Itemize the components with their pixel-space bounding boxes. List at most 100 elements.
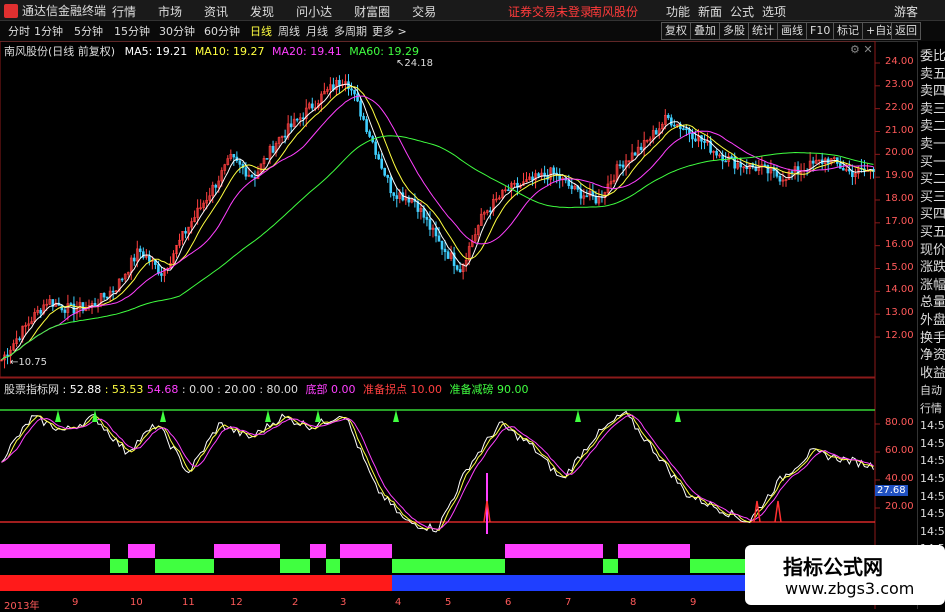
x-tick: 9 <box>690 597 697 608</box>
candle-body <box>18 338 21 341</box>
period-tab[interactable]: 15分钟 <box>114 23 150 39</box>
top-signal-marker <box>160 410 166 422</box>
menu-formula[interactable]: 公式 <box>730 5 754 19</box>
candle-body <box>374 141 377 155</box>
overlay-button[interactable]: 叠加 <box>690 22 720 40</box>
menu-options[interactable]: 选项 <box>762 5 786 19</box>
kline-chart[interactable] <box>0 41 916 609</box>
menu-item[interactable]: 资讯 <box>204 5 228 19</box>
candle-body <box>380 158 383 169</box>
back-button[interactable]: 返回 <box>891 22 921 40</box>
menu-item[interactable]: 行情 <box>112 5 136 19</box>
candle-body <box>639 146 643 150</box>
candle-body <box>377 154 380 160</box>
candle-body <box>353 89 356 95</box>
candle-body <box>673 124 676 127</box>
tick-time-label: 行情 <box>920 401 942 415</box>
top-signal-marker <box>92 410 98 422</box>
candle-body <box>552 167 555 174</box>
period-tab[interactable]: 更多 > <box>372 23 407 39</box>
menu-item[interactable]: 市场 <box>158 5 182 19</box>
bar-segment-top <box>214 544 280 558</box>
high-label: ↖24.18 <box>396 58 434 69</box>
bar-segment-bottom-blue <box>392 575 745 591</box>
quote-field-label: 涨幅 <box>920 277 945 293</box>
price-tick: 15.00 <box>885 261 914 273</box>
menu-item[interactable]: 问小达 <box>296 5 332 19</box>
candle-body <box>670 117 673 126</box>
ma5-value: MA5: 19.21 <box>124 45 188 58</box>
quote-field-label: 换手 <box>920 330 945 346</box>
x-tick: 10 <box>130 597 143 608</box>
candle-body <box>458 269 462 273</box>
candle-body <box>766 165 770 174</box>
candle-body <box>842 168 845 171</box>
period-tab[interactable]: 多周期 <box>334 23 367 39</box>
multi-stock-button[interactable]: 多股 <box>719 22 749 40</box>
bar-segment-mid <box>603 559 618 573</box>
tick-time-label: 自动 <box>920 384 942 397</box>
candle-body <box>350 88 353 91</box>
period-tab[interactable]: 60分钟 <box>204 23 240 39</box>
login-notice[interactable]: 证券交易未登录 <box>508 3 592 20</box>
candle-body <box>386 175 390 178</box>
period-tab[interactable]: 30分钟 <box>159 23 195 39</box>
candle-body <box>440 241 444 250</box>
chart-title: 南风股份(日线 前复权) <box>4 45 116 58</box>
candle-body <box>295 118 299 121</box>
draw-button[interactable]: 画线 <box>777 22 807 40</box>
menu-item[interactable]: 发现 <box>250 5 274 19</box>
x-tick: 12 <box>230 597 243 608</box>
quote-field-label: 委比 <box>920 49 945 64</box>
candle-body <box>160 273 163 276</box>
quote-field-label: 卖一 <box>920 137 945 152</box>
price-tick: 12.00 <box>885 330 914 341</box>
adjust-button[interactable]: 复权 <box>661 22 691 40</box>
candle-body <box>839 163 842 169</box>
candle-body <box>362 115 365 120</box>
candle-body <box>778 175 782 182</box>
candle-body <box>6 354 9 357</box>
ma60-line <box>1 135 874 361</box>
candle-body <box>811 160 815 164</box>
quote-field-label: 净资 <box>920 348 945 364</box>
period-tab[interactable]: 分时 <box>8 23 30 39</box>
gear-icon[interactable]: ⚙ ✕ <box>850 43 873 56</box>
quote-field-label: 卖五 <box>920 66 945 82</box>
x-tick: 7 <box>565 597 572 608</box>
menu-item[interactable]: 交易 <box>412 5 436 19</box>
indicator-grid <box>0 409 880 523</box>
candle-body <box>148 255 151 262</box>
candle-body <box>443 248 447 253</box>
top-signal-marker <box>265 410 271 422</box>
candle-body <box>790 171 794 174</box>
bar-segment-mid <box>326 559 340 573</box>
stats-button[interactable]: 统计 <box>748 22 778 40</box>
menu-func[interactable]: 功能 <box>666 5 690 19</box>
top-signal-marker <box>315 410 321 422</box>
bar-segment-top <box>128 544 155 558</box>
user-label[interactable]: 游客 <box>894 3 918 20</box>
candle-body <box>730 156 733 158</box>
candle-body <box>338 80 341 86</box>
period-tab[interactable]: 5分钟 <box>74 23 103 39</box>
candle-body <box>238 160 242 165</box>
period-tab-active[interactable]: 日线 <box>250 23 272 39</box>
f10-button[interactable]: F10 <box>806 22 835 40</box>
period-tab[interactable]: 1分钟 <box>34 23 63 39</box>
candle-body <box>694 138 697 142</box>
menu-item[interactable]: 财富圈 <box>354 5 390 19</box>
x-tick: 2013年 <box>4 601 40 612</box>
quote-field-label: 涨跌 <box>920 260 945 276</box>
period-tab[interactable]: 月线 <box>306 23 328 39</box>
quote-field-label: 现价 <box>920 242 945 258</box>
period-tab[interactable]: 周线 <box>278 23 300 39</box>
quote-field-label: 买二 <box>920 172 945 188</box>
watermark: 指标公式网 www.zbgs3.com <box>745 545 945 605</box>
candle-body <box>715 150 718 156</box>
mark-button[interactable]: 标记 <box>833 22 863 40</box>
menu-new[interactable]: 新面 <box>698 5 722 19</box>
quote-field-label: 卖四 <box>920 84 945 100</box>
candle-body <box>301 117 305 120</box>
bar-segment-top <box>505 544 603 558</box>
